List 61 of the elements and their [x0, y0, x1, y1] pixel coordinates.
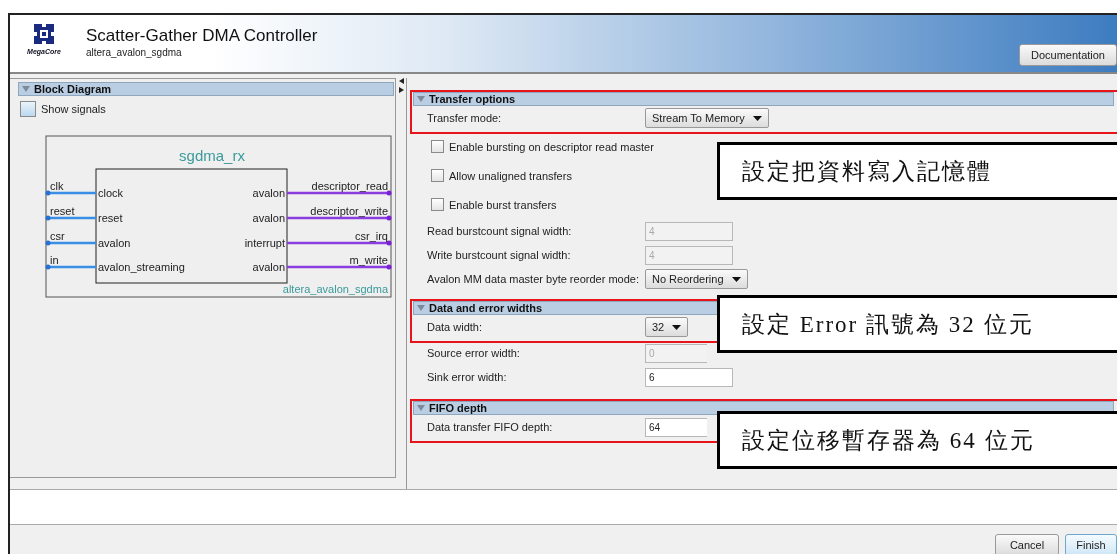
field-label: Data width:	[427, 321, 484, 333]
expand-triangle-icon[interactable]	[417, 96, 425, 102]
cancel-button[interactable]: Cancel	[995, 533, 1059, 554]
port-label: reset	[98, 212, 123, 224]
input-field[interactable]: 6	[645, 367, 733, 387]
signal-label: csr_irq	[355, 230, 388, 242]
checkbox-label: Enable burst transfers	[449, 198, 557, 211]
connector-line	[45, 264, 96, 270]
signal-label: reset	[50, 205, 75, 217]
input-field[interactable]: 64	[645, 417, 707, 437]
connector-line	[45, 240, 96, 246]
field-label: Transfer mode:	[427, 112, 503, 124]
connector-line	[45, 190, 96, 196]
signal-label: descriptor_read	[311, 180, 388, 192]
documentation-button[interactable]: Documentation	[1019, 44, 1117, 66]
splitter-arrows-icon[interactable]	[398, 78, 404, 94]
field-label: Data transfer FIFO depth:	[427, 421, 554, 433]
dropdown[interactable]: No Reordering	[645, 269, 748, 289]
panel-header: Block Diagram	[18, 82, 394, 96]
dropdown[interactable]: Stream To Memory	[645, 108, 769, 128]
caret-icon	[752, 115, 762, 121]
signal-label: clk	[50, 180, 64, 192]
checkbox[interactable]	[431, 169, 444, 182]
port-label: avalon	[252, 187, 285, 199]
signal-label: m_write	[349, 254, 388, 266]
signal-label: in	[50, 254, 59, 266]
expand-triangle-icon[interactable]	[417, 305, 425, 311]
expand-triangle-icon[interactable]	[22, 86, 30, 92]
port-label: avalon	[252, 212, 285, 224]
annotation-callout: 設定 Error 訊號為 32 位元	[717, 295, 1117, 353]
checkbox[interactable]	[431, 140, 444, 153]
annotation-callout: 設定位移暫存器為 64 位元	[717, 411, 1117, 469]
checkbox-label: Allow unaligned transfers	[449, 169, 572, 182]
field-label: Source error width:	[427, 347, 521, 359]
checkbox[interactable]	[20, 101, 36, 117]
port-label: avalon_streaming	[98, 261, 185, 273]
field-label: Read burstcount signal width:	[427, 225, 573, 237]
port-label: clock	[98, 187, 124, 199]
section-header: Transfer options	[413, 92, 1114, 106]
checkbox[interactable]	[431, 198, 444, 211]
checkbox-label: Show signals	[41, 103, 106, 115]
signal-label: csr	[50, 230, 65, 242]
port-label: interrupt	[244, 237, 285, 249]
signal-label: descriptor_write	[310, 205, 388, 217]
field-label: Write burstcount signal width:	[427, 249, 572, 261]
field-label: Avalon MM data master byte reorder mode:	[427, 273, 640, 285]
instance-name: sgdma_rx	[179, 147, 245, 164]
caret-icon	[672, 324, 682, 330]
dropdown[interactable]: 32	[645, 317, 689, 337]
port-label: avalon	[252, 261, 285, 273]
caret-icon	[731, 276, 741, 282]
component-type: altera_avalon_sgdma	[282, 283, 388, 295]
field-label: Sink error width:	[427, 371, 508, 383]
checkbox-label: Enable bursting on descriptor read master	[449, 140, 654, 153]
connector-line	[45, 215, 96, 221]
port-label: avalon	[98, 237, 131, 249]
window-title: Scatter-Gather DMA Controller	[86, 26, 319, 46]
window-subtitle: altera_avalon_sgdma	[86, 47, 183, 58]
expand-triangle-icon[interactable]	[417, 405, 425, 411]
annotation-callout: 設定把資料寫入記憶體	[717, 142, 1117, 200]
finish-button[interactable]: Finish	[1065, 533, 1117, 554]
